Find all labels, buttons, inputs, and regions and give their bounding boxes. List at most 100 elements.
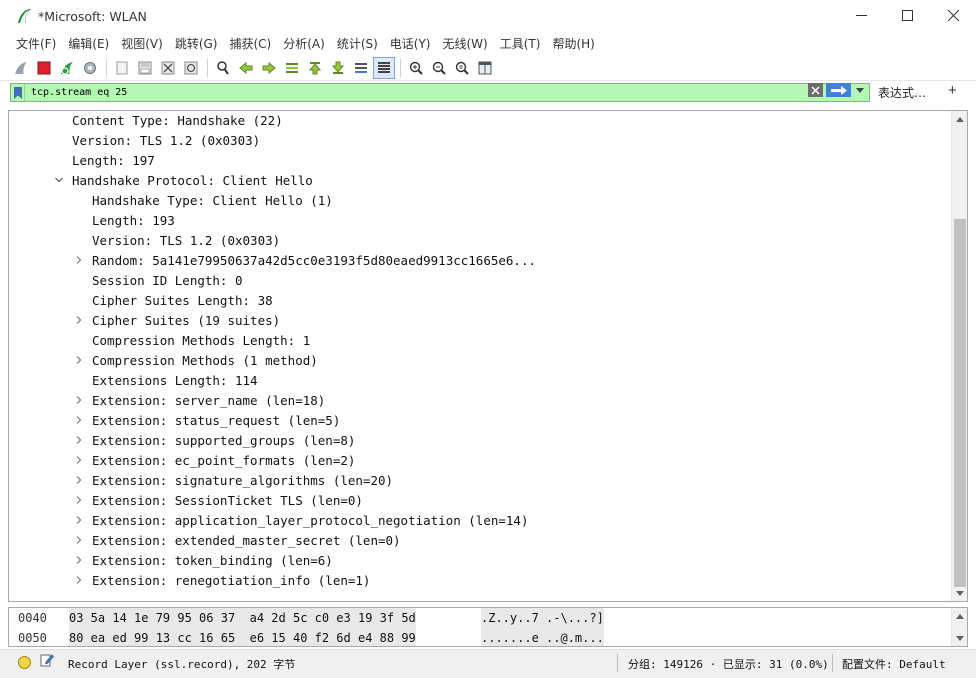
resize-columns-button[interactable] [474, 57, 496, 79]
first-packet-button[interactable] [304, 57, 326, 79]
menu-view[interactable]: 视图(V) [115, 35, 169, 52]
colorize-button[interactable] [373, 56, 395, 79]
colorize-icon [378, 61, 390, 73]
packet-details-pane[interactable]: Extension: renegotiation_info (len=1) Ext… [8, 110, 968, 602]
go-to-packet-button[interactable] [281, 57, 303, 79]
scroll-down-button[interactable] [952, 585, 967, 601]
menu-edit[interactable]: 编辑(E) [62, 35, 115, 52]
reload-file-button[interactable] [180, 57, 202, 79]
maximize-button[interactable] [884, 0, 930, 30]
profile-status[interactable]: 配置文件: Default [842, 656, 946, 672]
packet-bytes-pane[interactable]: 0040 03 5a 14 1e 79 95 06 37 a4 2d 5c c0… [8, 607, 968, 647]
menu-file[interactable]: 文件(F) [10, 35, 62, 52]
last-packet-button[interactable] [327, 57, 349, 79]
menu-telephony[interactable]: 电话(Y) [384, 35, 437, 52]
detail-tree-row[interactable]: Compression Methods (1 method) [92, 351, 318, 371]
detail-tree-row[interactable]: Extension: extended_master_secret (len=0… [92, 531, 401, 551]
display-filter-input[interactable] [25, 84, 869, 101]
detail-tree-row[interactable]: Random: 5a141e79950637a42d5cc0e3193f5d80… [92, 251, 536, 271]
collapse-caret-icon[interactable] [74, 431, 84, 451]
zoom-in-button[interactable] [405, 57, 427, 79]
detail-tree-row[interactable]: Handshake Protocol: Client Hello [72, 171, 313, 191]
collapse-caret-icon[interactable] [74, 511, 84, 531]
close-file-button[interactable] [157, 57, 179, 79]
zoom-out-button[interactable] [428, 57, 450, 79]
detail-tree-row[interactable]: Version: TLS 1.2 (0x0303) [72, 131, 260, 151]
menu-wireless[interactable]: 无线(W) [437, 35, 494, 52]
collapse-caret-icon[interactable] [74, 531, 84, 551]
menu-statistics[interactable]: 统计(S) [331, 35, 384, 52]
detail-tree-row[interactable]: Extension: ec_point_formats (len=2) [92, 451, 355, 471]
detail-tree-row[interactable]: Handshake Type: Client Hello (1) [92, 191, 333, 211]
detail-tree-row[interactable]: Length: 193 [92, 211, 175, 231]
expand-caret-icon[interactable] [54, 171, 64, 191]
filter-history-dropdown[interactable] [853, 83, 867, 97]
main-toolbar [0, 55, 976, 81]
hex-row[interactable]: 0050 80 ea ed 99 13 cc 16 65 e6 15 40 f2… [9, 628, 953, 646]
expert-info-indicator-icon[interactable] [18, 656, 31, 669]
collapse-caret-icon[interactable] [74, 571, 84, 591]
menu-analyze[interactable]: 分析(A) [277, 35, 331, 52]
menu-go[interactable]: 跳转(G) [169, 35, 224, 52]
collapse-caret-icon[interactable] [74, 391, 84, 411]
collapse-caret-icon[interactable] [74, 311, 84, 331]
hex-row[interactable]: 0040 03 5a 14 1e 79 95 06 37 a4 2d 5c c0… [9, 608, 953, 628]
scroll-down-button[interactable] [952, 630, 967, 646]
detail-tree-row[interactable]: Extension: status_request (len=5) [92, 411, 340, 431]
detail-tree-row[interactable]: Extension: renegotiation_info (len=1) [92, 571, 370, 591]
zoom-normal-button[interactable] [451, 57, 473, 79]
start-capture-button[interactable] [10, 57, 32, 79]
autoscroll-button[interactable] [350, 57, 372, 79]
detail-tree-row[interactable]: Session ID Length: 0 [92, 271, 243, 291]
hex-scrollbar[interactable] [951, 608, 967, 646]
filter-bookmark-button[interactable] [11, 84, 25, 101]
collapse-caret-icon[interactable] [74, 471, 84, 491]
restart-capture-button[interactable] [56, 57, 78, 79]
menu-bar: 文件(F) 编辑(E) 视图(V) 跳转(G) 捕获(C) 分析(A) 统计(S… [0, 32, 976, 54]
go-forward-button[interactable] [258, 57, 280, 79]
detail-tree-row[interactable]: Version: TLS 1.2 (0x0303) [92, 231, 280, 251]
details-scrollbar[interactable] [951, 111, 967, 601]
menu-tools[interactable]: 工具(T) [494, 35, 547, 52]
detail-tree-row[interactable]: Compression Methods Length: 1 [92, 331, 310, 351]
collapse-caret-icon[interactable] [74, 251, 84, 271]
close-button[interactable] [930, 0, 976, 30]
detail-tree-row[interactable]: Content Type: Handshake (22) [72, 111, 283, 131]
find-packet-button[interactable] [212, 57, 234, 79]
detail-tree-row[interactable]: Extension: supported_groups (len=8) [92, 431, 355, 451]
scroll-up-button[interactable] [952, 111, 967, 127]
collapse-caret-icon[interactable] [74, 491, 84, 511]
restart-icon [61, 61, 73, 75]
collapse-caret-icon[interactable] [74, 411, 84, 431]
toolbar-separator [207, 58, 208, 77]
apply-filter-button[interactable] [826, 83, 851, 97]
detail-tree-row[interactable]: Extension: SessionTicket TLS (len=0) [92, 491, 363, 511]
detail-tree-row[interactable]: Extensions Length: 114 [92, 371, 258, 391]
scroll-thumb[interactable] [954, 219, 966, 587]
add-filter-button[interactable]: + [948, 82, 957, 99]
menu-help[interactable]: 帮助(H) [546, 35, 600, 52]
capture-options-button[interactable] [79, 57, 101, 79]
save-file-button[interactable] [134, 57, 156, 79]
open-file-button[interactable] [111, 57, 133, 79]
expression-button[interactable]: 表达式… [878, 84, 926, 101]
menu-capture[interactable]: 捕获(C) [223, 35, 277, 52]
detail-tree-row[interactable]: Extension: signature_algorithms (len=20) [92, 471, 393, 491]
minimize-button[interactable] [838, 0, 884, 30]
detail-tree-row[interactable]: Length: 197 [72, 151, 155, 171]
detail-tree-row[interactable]: Extension: application_layer_protocol_ne… [92, 511, 529, 531]
autoscroll-icon [355, 62, 367, 73]
scroll-up-button[interactable] [952, 608, 967, 624]
clear-filter-button[interactable] [808, 83, 823, 97]
detail-tree-row[interactable]: Cipher Suites Length: 38 [92, 291, 273, 311]
detail-tree-row[interactable]: Cipher Suites (19 suites) [92, 311, 280, 331]
options-icon [84, 61, 96, 74]
stop-capture-button[interactable] [33, 57, 55, 79]
capture-comment-icon[interactable] [40, 653, 54, 670]
collapse-caret-icon[interactable] [74, 451, 84, 471]
collapse-caret-icon[interactable] [74, 351, 84, 371]
go-back-button[interactable] [235, 57, 257, 79]
detail-tree-row[interactable]: Extension: token_binding (len=6) [92, 551, 333, 571]
detail-tree-row[interactable]: Extension: server_name (len=18) [92, 391, 325, 411]
collapse-caret-icon[interactable] [74, 551, 84, 571]
